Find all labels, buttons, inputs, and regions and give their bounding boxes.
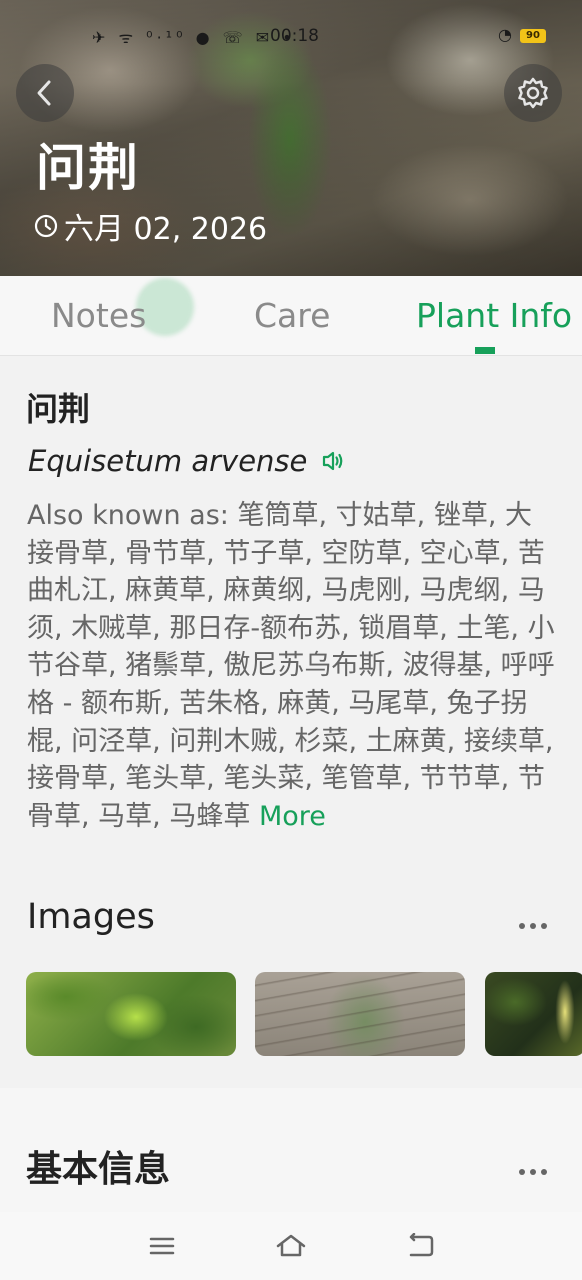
basic-info-title: 基本信息 [26,1149,171,1190]
scientific-name: Equisetum arvense [28,444,308,478]
nav-menu-button[interactable] [144,1230,180,1262]
chevron-left-icon [37,80,51,106]
images-more-options-icon[interactable] [519,914,555,929]
images-section-title: Images [27,897,155,937]
alarm-icon: ◔ [498,25,512,44]
aka-prefix: Also known as: [27,500,238,531]
clock-icon [34,214,58,238]
active-tab-indicator [475,347,495,354]
status-icons: ✈ ᯤ ⁰·¹⁰ ● ☏ ✉ • [92,28,296,47]
tab-care[interactable]: Care [254,296,330,335]
tab-plant-info[interactable]: Plant Info [416,296,572,335]
nav-back-button[interactable] [402,1230,438,1262]
settings-button[interactable] [504,64,562,122]
nav-home-button[interactable] [273,1230,309,1262]
page-title: 问荆 [36,139,140,197]
speaker-icon[interactable] [321,450,345,472]
plant-image-thumbnail[interactable] [255,972,465,1056]
also-known-as: Also known as: 笔筒草, 寸姑草, 锉草, 大接骨草, 骨节草, … [27,497,557,835]
scientific-name-row: Equisetum arvense [28,444,345,478]
date-text: 六月 02, 2026 [64,212,268,247]
plant-common-name: 问荆 [26,390,91,428]
status-time: 00:18 [270,26,319,46]
battery-indicator: 90 [520,29,546,43]
plant-image-thumbnail[interactable] [485,972,582,1056]
menu-icon [149,1237,175,1255]
tab-bar: Notes Care Plant Info [0,276,582,356]
back-button[interactable] [16,64,74,122]
plant-image-thumbnail[interactable] [26,972,236,1056]
gear-icon [518,77,548,109]
back-arrow-icon [409,1233,434,1257]
aka-list: 笔筒草, 寸姑草, 锉草, 大接骨草, 骨节草, 节子草, 空防草, 空心草, … [27,500,555,832]
date-row: 六月 02, 2026 [34,204,267,248]
tab-notes[interactable]: Notes [51,296,146,335]
status-bar: ✈ ᯤ ⁰·¹⁰ ● ☏ ✉ • 00:18 ◔ 90 [0,24,582,52]
basic-info-more-options-icon[interactable] [519,1160,555,1175]
home-icon [276,1234,306,1257]
system-nav-bar [0,1212,582,1280]
more-link[interactable]: More [259,801,326,832]
